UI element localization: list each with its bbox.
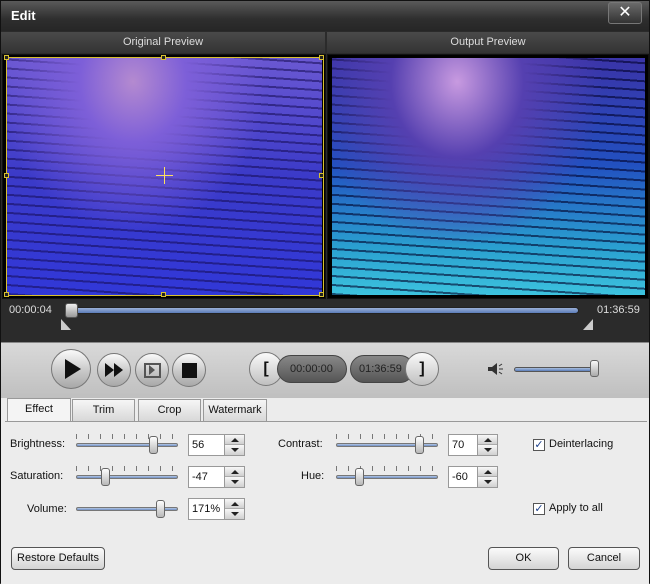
trim-end-time: 01:36:59 [359,363,402,375]
ok-label: OK [515,552,532,564]
close-button[interactable]: ✕ [608,2,642,24]
brightness-stepper[interactable]: 56 [188,434,245,456]
saturation-value[interactable]: -47 [192,471,208,483]
contrast-value[interactable]: 70 [452,439,464,451]
window-title: Edit [11,8,36,23]
volume-up-button[interactable] [225,499,244,509]
crop-handle[interactable] [4,173,9,178]
brightness-slider[interactable] [76,434,178,458]
next-frame-icon [136,354,168,386]
restore-defaults-label: Restore Defaults [17,552,99,564]
original-preview-header: Original Preview [1,32,325,53]
hue-label: Hue: [301,470,325,482]
crop-handle[interactable] [319,292,324,297]
end-time: 01:36:59 [597,304,640,316]
ok-button[interactable]: OK [488,547,559,570]
close-icon: ✕ [618,4,632,21]
brightness-up-button[interactable] [225,435,244,445]
tab-trim-label: Trim [92,404,115,416]
saturation-thumb[interactable] [101,468,110,486]
title-bar: Edit ✕ [1,1,649,31]
tab-effect[interactable]: Effect [7,398,71,422]
volume-value[interactable]: 171% [192,503,220,515]
contrast-label: Contrast: [278,438,323,450]
tab-effect-label: Effect [25,403,53,415]
seek-track[interactable] [71,307,579,314]
stop-button[interactable] [172,353,206,387]
output-preview-frame [327,54,649,299]
restore-defaults-button[interactable]: Restore Defaults [11,547,105,570]
bracket-open-icon: [ [263,360,269,377]
set-end-button[interactable]: ] [405,352,439,386]
crop-handle[interactable] [161,55,166,60]
crop-handle[interactable] [319,173,324,178]
crop-handle[interactable] [319,55,324,60]
brightness-thumb[interactable] [149,436,158,454]
play-button[interactable] [51,349,91,389]
volume-stepper[interactable]: 171% [188,498,245,520]
crosshair-icon [156,175,173,176]
saturation-stepper[interactable]: -47 [188,466,245,488]
tab-watermark-label: Watermark [208,404,262,416]
edit-window: Edit ✕ Original Preview Output Preview 0… [0,0,650,584]
effect-volume-thumb[interactable] [156,500,165,518]
brightness-value[interactable]: 56 [192,439,204,451]
tab-trim[interactable]: Trim [72,399,135,421]
crop-selection-box[interactable] [6,57,324,296]
trim-start-display: 00:00:00 [277,355,347,383]
brightness-label: Brightness: [10,438,66,450]
output-video [332,58,645,295]
crop-handle[interactable] [161,292,166,297]
output-preview-header: Output Preview [327,32,649,53]
deinterlacing-label[interactable]: Deinterlacing [549,438,613,450]
output-preview-label: Output Preview [450,36,526,48]
play-icon [65,359,81,379]
hue-value[interactable]: -60 [452,471,468,483]
saturation-down-button[interactable] [225,477,244,487]
trim-end-marker[interactable] [583,319,593,330]
hue-slider[interactable] [336,466,438,490]
hue-thumb[interactable] [355,468,364,486]
fast-forward-button[interactable] [97,353,131,387]
deinterlacing-checkbox[interactable]: ✓ [533,439,545,451]
seek-bar-area: 00:00:04 01:36:59 [1,299,649,341]
tab-crop-label: Crop [157,404,182,416]
trim-start-marker[interactable] [61,319,71,330]
tab-watermark[interactable]: Watermark [203,399,267,421]
tab-crop[interactable]: Crop [138,399,201,421]
bracket-close-icon: ] [419,360,425,377]
original-preview-label: Original Preview [122,36,204,48]
volume-track[interactable] [514,367,598,372]
saturation-slider[interactable] [76,466,178,490]
next-frame-button[interactable] [135,353,169,387]
cancel-label: Cancel [586,552,622,564]
hue-up-button[interactable] [478,467,497,477]
volume-label: Volume: [27,503,67,515]
saturation-label: Saturation: [10,470,64,482]
brightness-down-button[interactable] [225,445,244,455]
contrast-slider[interactable] [336,434,438,458]
seek-thumb[interactable] [65,303,78,318]
fast-forward-icon [98,354,130,386]
speaker-icon[interactable] [487,362,505,376]
cancel-button[interactable]: Cancel [568,547,640,570]
stop-icon [181,362,197,378]
effect-volume-slider[interactable] [76,498,178,522]
volume-down-button[interactable] [225,509,244,519]
contrast-up-button[interactable] [478,435,497,445]
original-preview-frame [2,54,326,299]
volume-thumb[interactable] [590,360,599,377]
current-time: 00:00:04 [9,304,52,316]
contrast-stepper[interactable]: 70 [448,434,498,456]
crop-handle[interactable] [4,55,9,60]
apply-to-all-checkbox[interactable]: ✓ [533,503,545,515]
contrast-thumb[interactable] [415,436,424,454]
hue-down-button[interactable] [478,477,497,487]
trim-start-time: 00:00:00 [290,363,333,375]
apply-to-all-label[interactable]: Apply to all [549,502,603,514]
hue-stepper[interactable]: -60 [448,466,498,488]
crop-handle[interactable] [4,292,9,297]
contrast-down-button[interactable] [478,445,497,455]
saturation-up-button[interactable] [225,467,244,477]
